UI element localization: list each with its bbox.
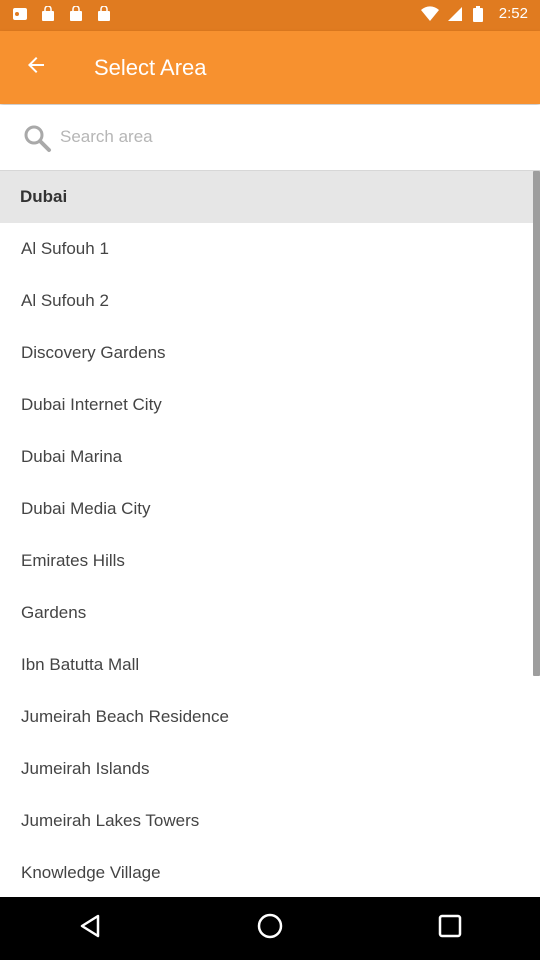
search-bar [0, 105, 540, 171]
wifi-icon [420, 5, 439, 22]
list-item[interactable]: Emirates Hills [0, 535, 540, 587]
list-item[interactable]: Jumeirah Islands [0, 743, 540, 795]
search-input[interactable] [60, 121, 520, 153]
back-button[interactable] [16, 47, 56, 87]
signal-icon [447, 6, 463, 22]
section-header-dubai: Dubai [0, 171, 540, 223]
list-item[interactable]: Jumeirah Beach Residence [0, 691, 540, 743]
list-item[interactable]: Dubai Media City [0, 483, 540, 535]
list-item[interactable]: Ibn Batutta Mall [0, 639, 540, 691]
status-time: 2:52 [498, 5, 528, 22]
nav-back-button[interactable] [60, 904, 120, 954]
list-item[interactable]: Dubai Marina [0, 431, 540, 483]
page-title: Select Area [94, 55, 207, 80]
status-bar: 2:52 [0, 0, 540, 31]
list-item[interactable]: Discovery Gardens [0, 327, 540, 379]
bag-icon [40, 5, 56, 22]
list-item[interactable]: Al Sufouh 1 [0, 223, 540, 275]
list-item[interactable]: Dubai Internet City [0, 379, 540, 431]
bag-icon [68, 5, 84, 22]
home-circle-icon [255, 911, 285, 946]
arrow-back-icon [24, 53, 48, 82]
area-list: Dubai Al Sufouh 1 Al Sufouh 2 Discovery … [0, 171, 540, 897]
list-item[interactable]: Knowledge Village [0, 847, 540, 897]
nav-home-button[interactable] [240, 904, 300, 954]
list-item[interactable]: Al Sufouh 2 [0, 275, 540, 327]
bag-icon [96, 5, 112, 22]
search-icon [22, 123, 52, 153]
app-bar: Select Area [0, 31, 540, 104]
notification-icon [12, 6, 28, 22]
nav-recents-button[interactable] [420, 904, 480, 954]
system-nav-bar [0, 897, 540, 960]
list-item[interactable]: Gardens [0, 587, 540, 639]
scrollbar[interactable] [533, 171, 540, 676]
back-triangle-icon [76, 912, 104, 945]
list-item[interactable]: Jumeirah Lakes Towers [0, 795, 540, 847]
recents-square-icon [437, 913, 463, 944]
battery-icon [472, 5, 489, 22]
